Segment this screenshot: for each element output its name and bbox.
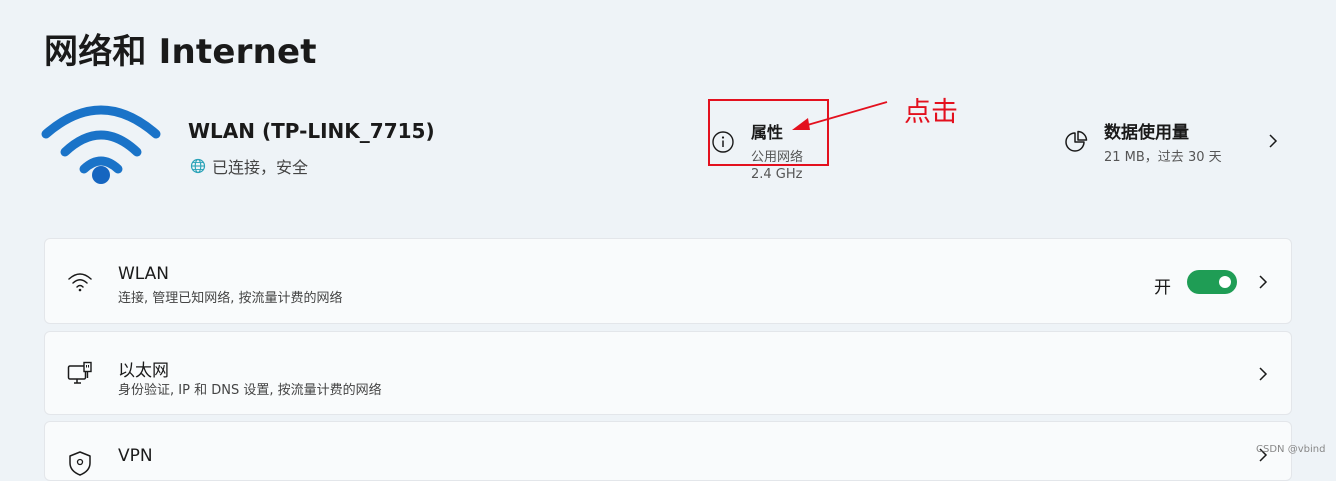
ethernet-card[interactable]: 以太网 身份验证, IP 和 DNS 设置, 按流量计费的网络 (44, 331, 1292, 415)
annotation-text: 点击 (904, 97, 958, 128)
toggle-knob (1219, 276, 1231, 288)
properties-title[interactable]: 属性 (751, 119, 783, 143)
wifi-icon (41, 105, 161, 184)
globe-icon (190, 158, 206, 174)
page-title: 网络和 Internet (44, 32, 317, 72)
wlan-card[interactable]: WLAN 连接, 管理已知网络, 按流量计费的网络 开 (44, 238, 1292, 324)
annotation-arrow (792, 101, 888, 130)
properties-network-type: 公用网络 (751, 150, 804, 165)
info-icon (712, 131, 734, 153)
ethernet-icon (67, 361, 92, 384)
network-name: WLAN (TP-LINK_7715) (188, 119, 435, 143)
watermark: CSDN @vbind (1256, 444, 1326, 455)
data-usage-detail: 21 MB，过去 30 天 (1104, 150, 1222, 165)
vpn-title: VPN (118, 446, 153, 466)
wlan-toggle[interactable] (1187, 270, 1237, 294)
chevron-right-icon (1259, 275, 1268, 289)
wlan-toggle-label: 开 (1154, 278, 1171, 298)
ethernet-title: 以太网 (118, 361, 169, 381)
wlan-description: 连接, 管理已知网络, 按流量计费的网络 (118, 291, 343, 306)
network-status: 已连接，安全 (190, 154, 308, 178)
data-usage-title: 数据使用量 (1104, 123, 1189, 143)
wifi-icon (68, 273, 92, 292)
wlan-title: WLAN (118, 264, 170, 284)
data-usage-link[interactable]: 数据使用量 21 MB，过去 30 天 (1060, 118, 1290, 168)
vpn-card[interactable]: VPN (44, 421, 1292, 481)
ethernet-description: 身份验证, IP 和 DNS 设置, 按流量计费的网络 (118, 383, 382, 398)
properties-frequency: 2.4 GHz (751, 167, 803, 182)
shield-icon (69, 451, 91, 476)
network-status-text: 已连接，安全 (212, 158, 309, 177)
chevron-right-icon (1259, 367, 1268, 381)
chevron-right-icon (1269, 134, 1278, 148)
pie-chart-icon (1065, 130, 1088, 152)
